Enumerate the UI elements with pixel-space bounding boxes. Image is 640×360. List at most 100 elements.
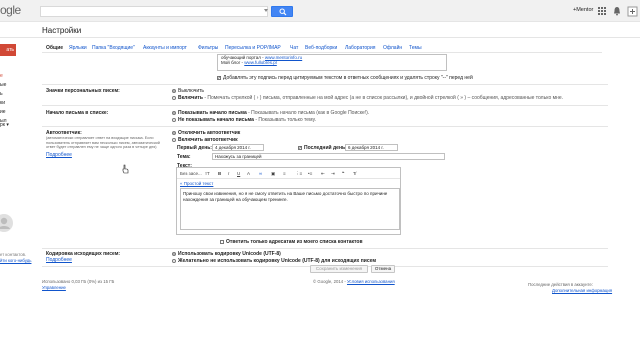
details-link[interactable]: Дополнительная информация <box>552 288 612 293</box>
share-plus-icon[interactable] <box>626 5 638 17</box>
first-day-label: Первый день: <box>177 145 212 151</box>
sidebar-item-starred[interactable]: ые <box>0 82 6 88</box>
sidebar-item-drafts[interactable]: ие <box>0 109 6 115</box>
storage-usage-text: Использовано 0,03 ГБ (0%) из 15 ГБ <box>42 279 115 284</box>
last-day-checkbox[interactable] <box>298 145 302 151</box>
plain-text-link[interactable]: « Простой текст <box>180 181 213 186</box>
cancel-button[interactable]: Отмена <box>371 265 395 273</box>
contacts-only-option[interactable]: Ответить только адресатам из моего списк… <box>220 239 363 245</box>
tab-general[interactable]: Общие <box>46 45 63 51</box>
last-day-option[interactable]: Последний день: <box>298 145 347 151</box>
tab-filters[interactable]: Фильтры <box>198 45 218 51</box>
divider <box>42 84 608 85</box>
google-plus-user-link[interactable]: +Mentor <box>573 7 593 13</box>
tab-themes[interactable]: Темы <box>409 45 422 51</box>
vacation-more-link[interactable]: Подробнее <box>46 152 72 158</box>
numbered-list-icon[interactable]: ⋮≡ <box>295 171 302 177</box>
encoding-unicode-radio[interactable] <box>172 251 176 256</box>
bulleted-list-icon[interactable]: •≡ <box>308 171 312 176</box>
vacation-message-editor: Без засе... ᴛT B I U A ∞ ▣ ≡ ⋮≡ •≡ ⇤ ⇥ ❝… <box>176 167 401 235</box>
tab-labs[interactable]: Лаборатория <box>345 45 375 51</box>
signature-link-2[interactable]: www.fullobres.pl <box>244 60 277 65</box>
last-day-input[interactable]: 6 декабря 2014 г. <box>345 144 398 151</box>
vacation-off-radio[interactable] <box>172 130 176 135</box>
manage-storage-link[interactable]: Управление <box>42 285 66 290</box>
snippets-show-option[interactable]: Показывать начало письма - Показывать на… <box>172 110 369 116</box>
encoding-default-radio[interactable] <box>172 258 176 263</box>
personal-icons-label: Значки персональных писем: <box>46 88 120 94</box>
page-title: Настройки <box>42 26 82 35</box>
settings-tabs: Общие Ярлыки Папка "Входящие" Аккаунты и… <box>42 45 602 53</box>
vacation-message-body[interactable]: Приношу свои извинения, но я не смогу от… <box>180 188 400 230</box>
apps-grid-icon[interactable] <box>596 5 608 17</box>
mouse-cursor-hand-icon <box>122 164 129 174</box>
vacation-description: (автоматически отправляет ответ на входя… <box>46 136 160 149</box>
image-icon[interactable]: ▣ <box>271 171 275 177</box>
italic-icon[interactable]: I <box>228 171 229 176</box>
encoding-unicode-option[interactable]: Использовать кодировку Unicode (UTF-8) <box>172 251 281 257</box>
tab-chat[interactable]: Чат <box>290 45 298 51</box>
last-activity-text: Последние действия в аккаунте: <box>528 282 593 287</box>
contacts-only-checkbox[interactable] <box>220 239 224 244</box>
sidebar-item-more[interactable]: рк ▾ <box>0 122 9 128</box>
tab-forwarding[interactable]: Пересылка и POP/IMAP <box>225 45 281 51</box>
tab-labels[interactable]: Ярлыки <box>69 45 87 51</box>
signature-insert-checkbox[interactable] <box>217 75 221 81</box>
text-color-icon[interactable]: A <box>247 171 250 176</box>
vacation-on-radio[interactable] <box>172 137 176 142</box>
sidebar-item-sent[interactable]: ки <box>0 100 5 106</box>
snippets-show-radio[interactable] <box>172 110 176 115</box>
encoding-more-link[interactable]: Подробнее <box>46 257 72 263</box>
personal-icons-off-option[interactable]: Выключить <box>172 88 204 94</box>
divider <box>42 126 608 127</box>
personal-icons-on-option[interactable]: Включить - Помечать стрелкой ( › ) письм… <box>172 95 563 101</box>
find-contact-link[interactable]: йти кого-нибудь <box>0 258 31 263</box>
indent-more-icon[interactable]: ⇥ <box>331 171 335 177</box>
subject-input[interactable]: Нахожусь за границей <box>212 153 445 160</box>
align-icon[interactable]: ≡ <box>283 171 286 176</box>
copyright-text: © Google, 2014 - Условия использования <box>313 279 395 284</box>
notifications-bell-icon[interactable] <box>611 5 623 17</box>
formatting-toolbar: Без засе... ᴛT B I U A ∞ ▣ ≡ ⋮≡ •≡ ⇤ ⇥ ❝… <box>177 168 400 179</box>
top-bar: ogle +Mentor <box>0 0 640 22</box>
search-input[interactable] <box>40 6 268 17</box>
tab-inbox[interactable]: Папка "Входящие" <box>92 45 135 51</box>
font-size-icon[interactable]: ᴛT <box>205 171 210 176</box>
sidebar-item-important[interactable]: ь <box>0 91 3 97</box>
vacation-off-option[interactable]: Отключить автоответчик <box>172 130 240 136</box>
vacation-on-option[interactable]: Включить автоответчик <box>172 137 238 143</box>
snippets-hide-option[interactable]: Не показывать начало письма - Показывать… <box>172 117 316 123</box>
google-logo[interactable]: ogle <box>0 3 21 17</box>
save-changes-button[interactable]: Сохранить изменения <box>310 265 368 273</box>
encoding-default-option[interactable]: Желательно не использовать кодировку Uni… <box>172 258 376 264</box>
tab-accounts[interactable]: Аккаунты и импорт <box>143 45 187 51</box>
signature-line-2: Мой блог - www.fullobres.pl <box>221 60 277 65</box>
divider <box>42 105 608 106</box>
signature-insert-option[interactable]: Добавлять эту подпись перед цитируемым т… <box>217 75 473 81</box>
tab-offline[interactable]: Офлайн <box>383 45 402 51</box>
terms-link[interactable]: Условия использования <box>347 279 395 284</box>
bold-icon[interactable]: B <box>218 171 221 176</box>
search-options-chevron-icon[interactable] <box>264 9 268 12</box>
quote-icon[interactable]: ❝ <box>342 171 344 177</box>
tab-web-clips[interactable]: Веб-подборки <box>305 45 337 51</box>
no-contacts-text: ет контактов. <box>0 252 27 257</box>
underline-icon[interactable]: U <box>237 171 240 176</box>
snippets-label: Начало письма в списке: <box>46 110 109 116</box>
sidebar-item-inbox[interactable]: е <box>0 73 3 79</box>
font-select[interactable]: Без засе... <box>180 171 202 176</box>
personal-icons-on-radio[interactable] <box>172 95 176 100</box>
clear-formatting-icon[interactable]: T̸ <box>353 171 356 176</box>
indent-less-icon[interactable]: ⇤ <box>321 171 325 177</box>
search-icon <box>279 8 287 16</box>
compose-button[interactable]: ать <box>0 44 16 56</box>
link-icon[interactable]: ∞ <box>259 171 262 176</box>
signature-editor[interactable]: обучающий портал - www.mentorinfo.ru Мой… <box>217 54 447 71</box>
snippets-hide-radio[interactable] <box>172 117 176 122</box>
sidebar: ать е ые ь ки ие ыл рк ▾ ет контактов. й… <box>0 38 38 360</box>
divider <box>42 248 608 249</box>
subject-label: Тема: <box>177 154 191 160</box>
first-day-input[interactable]: 4 декабря 2014 г. <box>212 144 264 151</box>
search-button[interactable] <box>271 6 293 17</box>
personal-icons-off-radio[interactable] <box>172 88 176 93</box>
